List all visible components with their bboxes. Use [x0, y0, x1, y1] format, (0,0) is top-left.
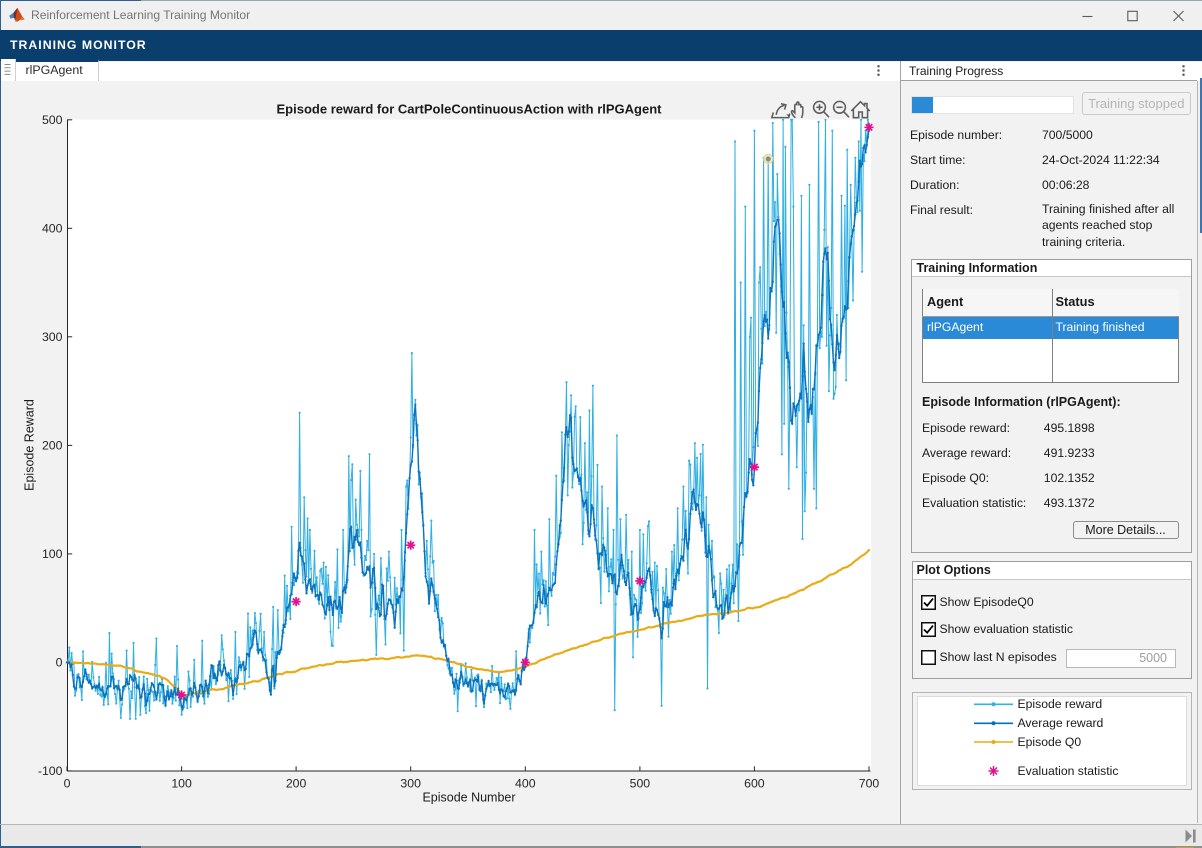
svg-text:400: 400: [42, 222, 63, 236]
svg-text:Episode Number: Episode Number: [422, 791, 515, 805]
svg-text:300: 300: [400, 777, 421, 791]
svg-text:300: 300: [42, 330, 63, 344]
svg-text:600: 600: [744, 777, 765, 791]
svg-text:Episode reward for CartPoleCon: Episode reward for CartPoleContinuousAct…: [277, 102, 663, 117]
svg-text:100: 100: [42, 547, 63, 561]
svg-text:500: 500: [42, 113, 63, 127]
svg-text:700: 700: [859, 777, 880, 791]
svg-text:400: 400: [515, 777, 536, 791]
svg-text:200: 200: [42, 439, 63, 453]
svg-text:-100: -100: [38, 764, 63, 778]
svg-text:0: 0: [64, 777, 71, 791]
svg-text:200: 200: [286, 777, 307, 791]
svg-text:0: 0: [56, 656, 63, 670]
svg-text:Episode Reward: Episode Reward: [23, 399, 37, 491]
svg-text:500: 500: [630, 777, 651, 791]
svg-text:100: 100: [171, 777, 192, 791]
